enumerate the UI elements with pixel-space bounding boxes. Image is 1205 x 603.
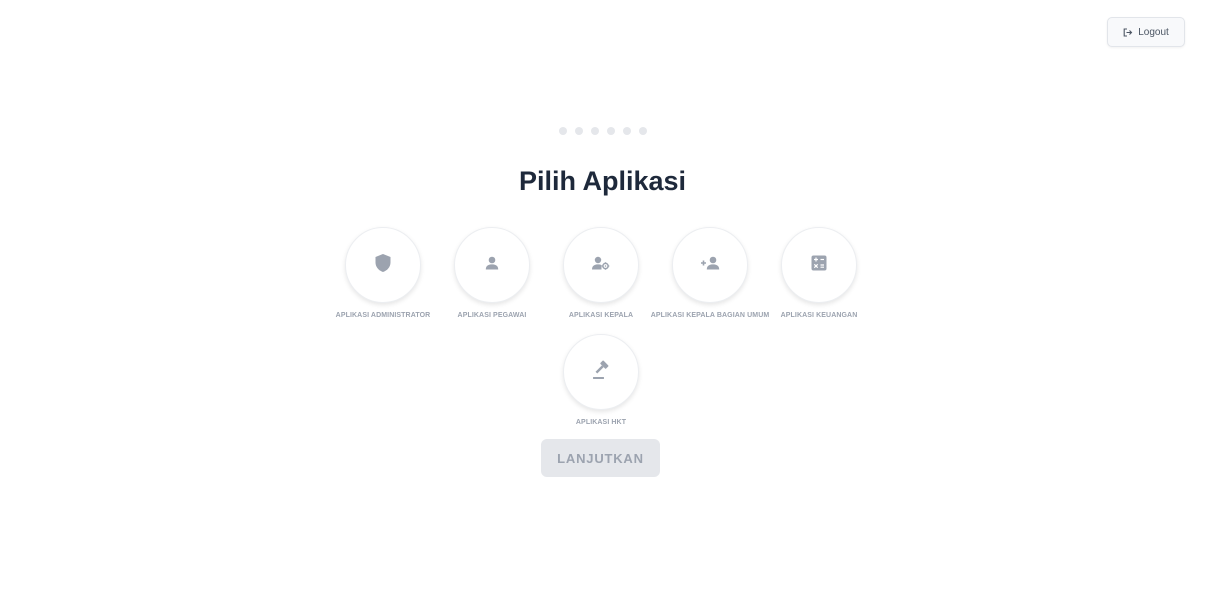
gavel-icon xyxy=(591,360,611,385)
step-dot xyxy=(590,127,599,135)
step-dot xyxy=(574,127,583,135)
step-dot xyxy=(606,127,615,135)
app-option-hkt[interactable]: APLIKASI HKT xyxy=(536,334,666,426)
app-option-label: APLIKASI PEGAWAI xyxy=(457,312,527,319)
shield-icon xyxy=(374,253,392,278)
calculator-icon xyxy=(811,255,827,276)
app-option-circle[interactable] xyxy=(345,227,421,303)
app-option-label: APLIKASI KEPALA BAGIAN UMUM xyxy=(650,312,770,319)
logout-label: Logout xyxy=(1138,26,1169,38)
user-icon xyxy=(485,256,499,275)
step-indicator xyxy=(0,127,1205,135)
app-option-circle[interactable] xyxy=(672,227,748,303)
step-dot xyxy=(622,127,631,135)
app-option-label: APLIKASI HKT xyxy=(575,419,627,426)
user-gear-icon xyxy=(592,256,610,275)
logout-button[interactable]: Logout xyxy=(1107,17,1185,47)
app-selection-page: Logout Pilih Aplikasi APLIKASI ADMINISTR… xyxy=(0,0,1205,603)
logout-icon xyxy=(1123,27,1133,37)
app-option-circle[interactable] xyxy=(563,227,639,303)
app-option-label: APLIKASI ADMINISTRATOR xyxy=(335,312,431,319)
continue-button[interactable]: LANJUTKAN xyxy=(541,439,660,477)
app-option-label: APLIKASI KEPALA xyxy=(568,312,634,319)
page-title: Pilih Aplikasi xyxy=(518,166,687,196)
step-dot xyxy=(638,127,647,135)
step-dot xyxy=(558,127,567,135)
app-option-circle[interactable] xyxy=(563,334,639,410)
app-option-circle[interactable] xyxy=(454,227,530,303)
user-plus-icon xyxy=(700,256,720,275)
app-option-label: APLIKASI KEUANGAN xyxy=(780,312,858,319)
app-option-keuangan[interactable]: APLIKASI KEUANGAN xyxy=(754,227,884,319)
app-option-circle[interactable] xyxy=(781,227,857,303)
